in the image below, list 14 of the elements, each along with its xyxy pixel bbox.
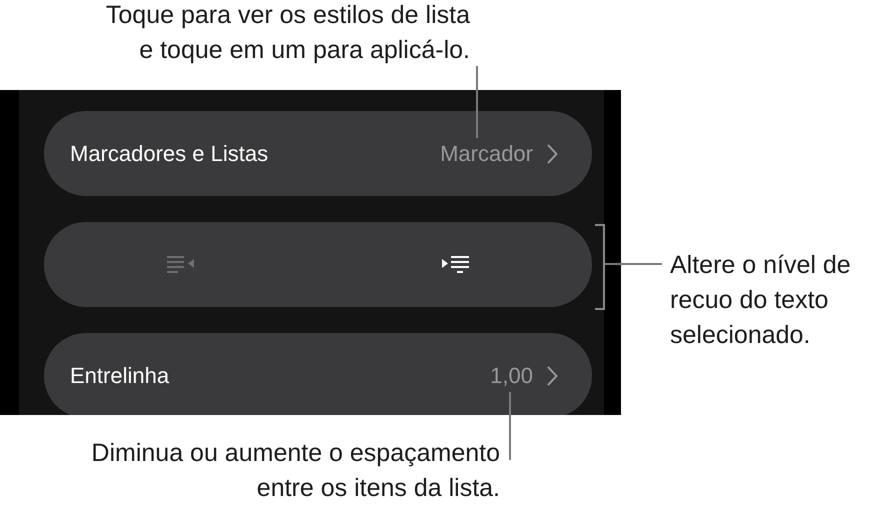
callout-text: Toque para ver os estilos de lista e toque em um para aplicá-lo. xyxy=(104,0,470,66)
setting-value: 1,00 xyxy=(490,362,533,388)
leader-line xyxy=(509,392,511,460)
setting-row[interactable]: Entrelinha 1,00 xyxy=(44,333,592,415)
setting-label: Marcadores e Listas xyxy=(70,140,270,166)
callout-text: Altere o nível de recuo do texto selecionado. xyxy=(670,250,852,351)
setting-row[interactable]: Marcadores e Listas Marcador xyxy=(44,111,592,196)
chevron-icon xyxy=(547,144,558,164)
chevron-icon xyxy=(547,366,558,386)
leader-line xyxy=(605,263,662,265)
setting-label: Entrelinha xyxy=(70,362,170,388)
leader-line xyxy=(476,66,478,138)
callout-text: Diminua ou aumente o espaçamento entre os itens da lista. xyxy=(90,438,500,504)
setting-value: Marcador xyxy=(440,140,533,166)
